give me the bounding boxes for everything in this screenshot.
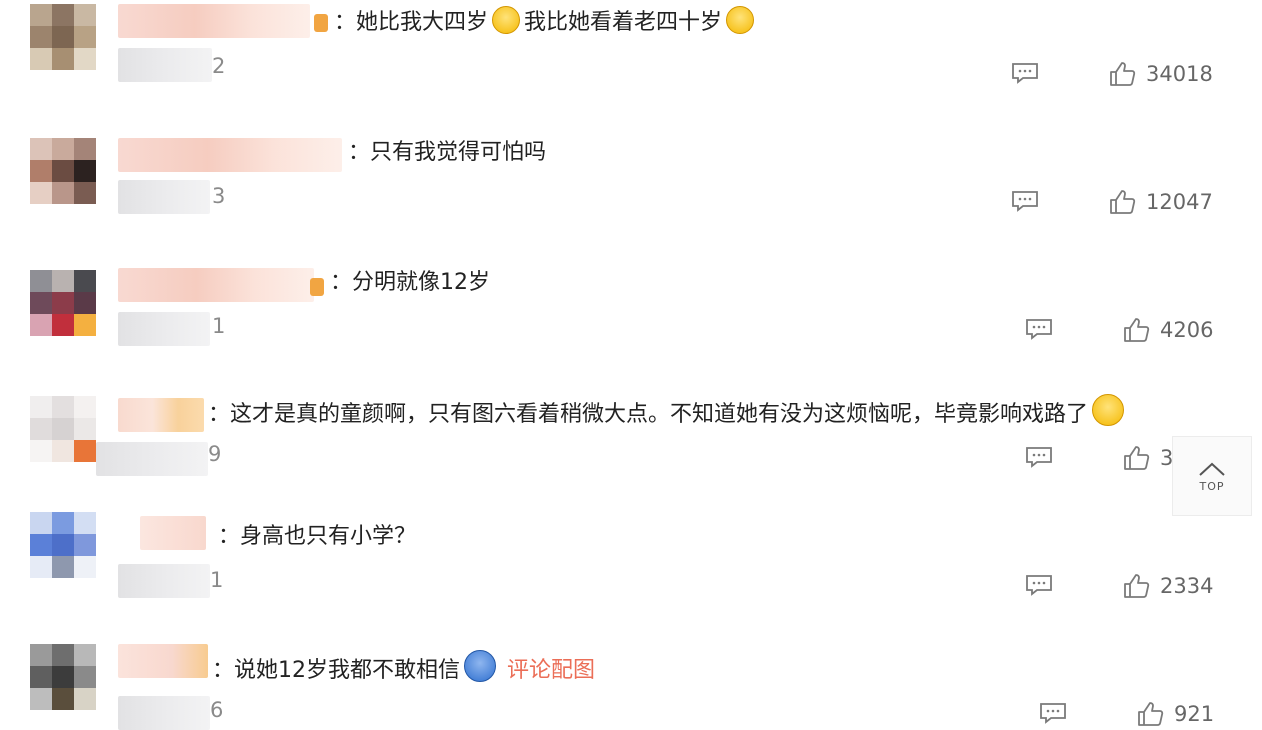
avatar[interactable] xyxy=(30,512,96,578)
username[interactable] xyxy=(118,398,204,432)
reply-icon[interactable] xyxy=(1011,190,1039,212)
avatar[interactable] xyxy=(30,270,96,336)
username[interactable] xyxy=(118,644,208,678)
vip-badge-icon xyxy=(314,14,328,32)
comment-meta-tail: 2 xyxy=(212,54,226,78)
username[interactable] xyxy=(118,4,310,38)
back-to-top-button[interactable]: TOP xyxy=(1172,436,1252,516)
like-count: 2334 xyxy=(1160,574,1214,598)
thumbs-up-icon xyxy=(1110,62,1136,86)
comment-item: 1 ：身高也只有小学？ 2334 xyxy=(0,512,1262,640)
username[interactable] xyxy=(140,516,206,550)
avatar[interactable] xyxy=(30,4,96,70)
comment-meta xyxy=(118,696,210,730)
cry-emoji-icon xyxy=(726,6,755,34)
comment-text: ：分明就像12岁 xyxy=(330,270,490,295)
like-count: 12047 xyxy=(1146,190,1213,214)
comment-text: ：她比我大四岁 我比她看着老四十岁 xyxy=(334,6,758,38)
comment-text: ：这才是真的童颜啊，只有图六看着稍微大点。不知道她有没为这烦恼呢，毕竟影响戏路了 xyxy=(208,394,1128,430)
comment-meta xyxy=(118,48,212,82)
comment-item: 9 ：这才是真的童颜啊，只有图六看着稍微大点。不知道她有没为这烦恼呢，毕竟影响戏… xyxy=(0,384,1262,512)
thumbs-up-icon xyxy=(1124,574,1150,598)
thumbs-up-icon xyxy=(1110,190,1136,214)
back-to-top-label: TOP xyxy=(1199,479,1225,493)
comment-text: ：身高也只有小学？ xyxy=(218,524,417,549)
reply-icon[interactable] xyxy=(1011,62,1039,84)
avatar[interactable] xyxy=(30,644,96,710)
like-count: 34018 xyxy=(1146,62,1213,86)
reply-icon[interactable] xyxy=(1039,702,1067,724)
like-button[interactable]: 921 xyxy=(1136,700,1214,728)
comment-meta xyxy=(118,564,210,598)
comment-meta xyxy=(118,180,210,214)
laugh-cry-emoji-icon xyxy=(1092,394,1125,426)
thumbs-up-icon xyxy=(1124,318,1150,342)
reply-icon[interactable] xyxy=(1025,318,1053,340)
like-count: 921 xyxy=(1174,702,1215,726)
comment-meta-tail: 3 xyxy=(212,184,226,208)
reply-icon[interactable] xyxy=(1025,574,1053,596)
like-button[interactable]: 12047 xyxy=(1108,188,1213,216)
like-button[interactable]: 2334 xyxy=(1122,572,1213,600)
username[interactable] xyxy=(118,138,342,172)
like-button[interactable]: 34018 xyxy=(1108,60,1213,88)
like-count: 4206 xyxy=(1160,318,1214,342)
chevron-up-icon xyxy=(1199,462,1225,476)
like-button[interactable]: 4206 xyxy=(1122,316,1213,344)
comment-image-link[interactable]: 评论配图 xyxy=(507,658,595,683)
vip-badge-icon xyxy=(310,278,324,296)
comment-meta-tail: 1 xyxy=(210,568,224,592)
comment-meta-tail: 6 xyxy=(210,698,224,722)
cry-emoji-icon xyxy=(492,6,521,34)
comment-meta xyxy=(118,312,210,346)
comment-meta xyxy=(96,442,208,476)
comment-text: ：只有我觉得可怕吗 xyxy=(348,140,547,165)
username[interactable] xyxy=(118,268,314,302)
reply-icon[interactable] xyxy=(1025,446,1053,468)
avatar[interactable] xyxy=(30,396,96,462)
comment-meta-tail: 1 xyxy=(212,314,226,338)
like-button[interactable]: 3 xyxy=(1122,444,1173,472)
doraemon-emoji-icon xyxy=(464,650,496,682)
avatar[interactable] xyxy=(30,138,96,204)
thumbs-up-icon xyxy=(1124,446,1150,470)
comment-meta-tail: 9 xyxy=(208,442,222,466)
thumbs-up-icon xyxy=(1138,702,1164,726)
comment-item: 1 ：分明就像12岁 4206 xyxy=(0,256,1262,384)
comment-text: ：说她12岁我都不敢相信 评论配图 xyxy=(212,650,595,686)
comment-item: 3 ：只有我觉得可怕吗 12047 xyxy=(0,128,1262,256)
comment-item: 2 ：她比我大四岁 我比她看着老四十岁 34018 xyxy=(0,0,1262,128)
comment-item: 6 ：说她12岁我都不敢相信 评论配图 921 xyxy=(0,640,1262,730)
